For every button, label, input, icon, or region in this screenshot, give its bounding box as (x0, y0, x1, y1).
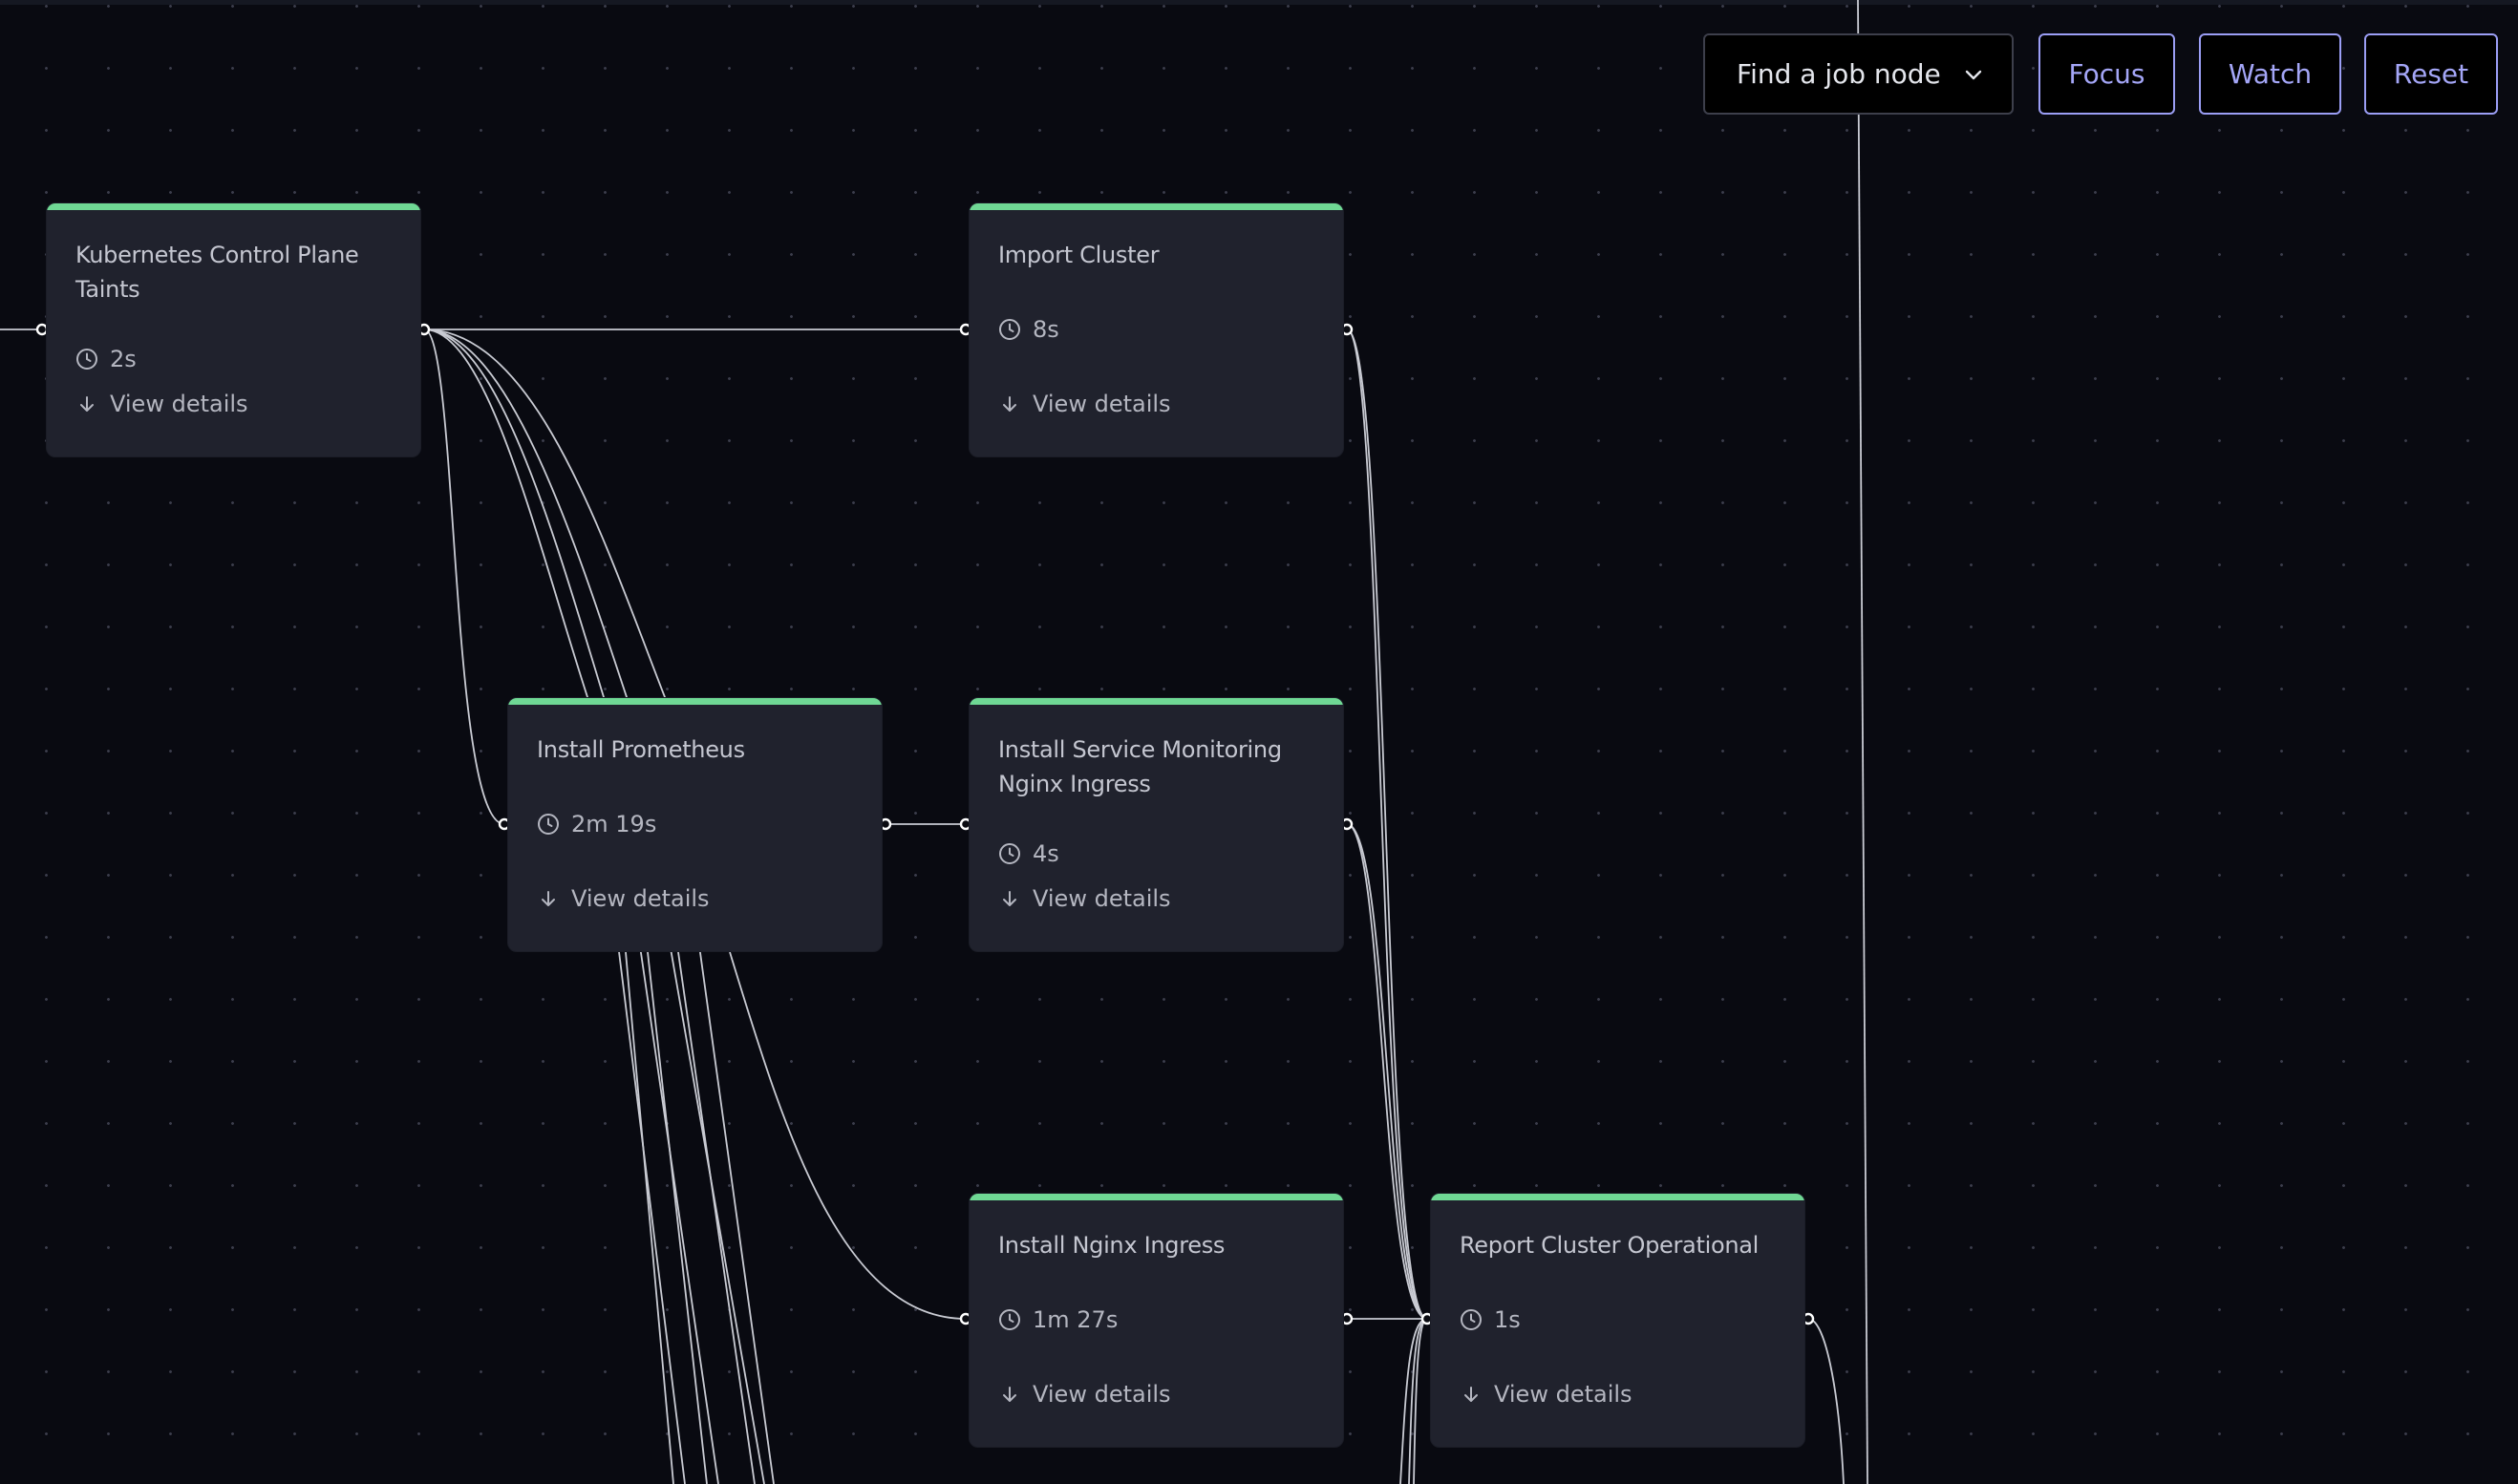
view-details-label: View details (110, 391, 248, 417)
job-node-install-svc-monitoring[interactable]: Install Service Monitoring Nginx Ingress… (969, 697, 1344, 952)
watch-button[interactable]: Watch (2199, 33, 2341, 115)
view-details-link[interactable]: View details (998, 885, 1171, 912)
node-title: Install Service Monitoring Nginx Ingress (998, 736, 1282, 797)
status-bar-success (1431, 1194, 1804, 1200)
view-details-label: View details (1033, 1381, 1171, 1408)
find-job-node-select[interactable]: Find a job node (1703, 33, 2014, 115)
duration-value: 1m 27s (1033, 1306, 1119, 1333)
duration-value: 1s (1494, 1306, 1521, 1333)
node-duration: 1m 27s (998, 1306, 1118, 1333)
node-title: Report Cluster Operational (1460, 1232, 1760, 1259)
duration-value: 4s (1033, 840, 1059, 867)
node-duration: 4s (998, 840, 1059, 867)
status-bar-success (47, 203, 420, 210)
view-details-link[interactable]: View details (75, 391, 248, 417)
view-details-link[interactable]: View details (998, 391, 1171, 417)
node-title: Install Prometheus (537, 736, 745, 763)
duration-value: 8s (1033, 316, 1059, 343)
job-node-install-nginx[interactable]: Install Nginx Ingress 1m 27s View detail… (969, 1193, 1344, 1448)
clock-icon (1460, 1308, 1483, 1331)
view-details-label: View details (1033, 885, 1171, 912)
job-node-report-operational[interactable]: Report Cluster Operational 1s View detai… (1430, 1193, 1805, 1448)
node-duration: 2m 19s (537, 811, 656, 837)
view-details-link[interactable]: View details (537, 885, 710, 912)
job-node-k8s-taints[interactable]: Kubernetes Control Plane Taints 2s View … (46, 202, 421, 457)
arrow-down-icon (998, 392, 1021, 415)
node-title: Import Cluster (998, 242, 1160, 268)
arrow-down-icon (998, 1383, 1021, 1406)
status-bar-success (970, 698, 1343, 705)
view-details-link[interactable]: View details (998, 1381, 1171, 1408)
find-job-node-label: Find a job node (1737, 58, 1941, 90)
focus-button[interactable]: Focus (2038, 33, 2175, 115)
duration-value: 2m 19s (571, 811, 657, 837)
status-bar-success (970, 203, 1343, 210)
duration-value: 2s (110, 346, 137, 372)
job-node-import-cluster[interactable]: Import Cluster 8s View details (969, 202, 1344, 457)
view-details-label: View details (571, 885, 710, 912)
clock-icon (998, 318, 1021, 341)
arrow-down-icon (998, 887, 1021, 910)
view-details-link[interactable]: View details (1460, 1381, 1632, 1408)
arrow-down-icon (537, 887, 560, 910)
node-duration: 8s (998, 316, 1059, 343)
arrow-down-icon (75, 392, 98, 415)
node-title: Kubernetes Control Plane Taints (75, 242, 359, 303)
node-title: Install Nginx Ingress (998, 1232, 1226, 1259)
job-node-install-prometheus[interactable]: Install Prometheus 2m 19s View details (507, 697, 883, 952)
clock-icon (998, 842, 1021, 865)
node-duration: 2s (75, 346, 137, 372)
status-bar-success (970, 1194, 1343, 1200)
node-duration: 1s (1460, 1306, 1521, 1333)
clock-icon (537, 813, 560, 836)
top-border (0, 0, 2518, 5)
status-bar-success (508, 698, 882, 705)
clock-icon (998, 1308, 1021, 1331)
view-details-label: View details (1033, 391, 1171, 417)
view-details-label: View details (1494, 1381, 1632, 1408)
arrow-down-icon (1460, 1383, 1483, 1406)
chevron-down-icon (1962, 63, 1985, 86)
reset-button[interactable]: Reset (2364, 33, 2498, 115)
clock-icon (75, 348, 98, 371)
